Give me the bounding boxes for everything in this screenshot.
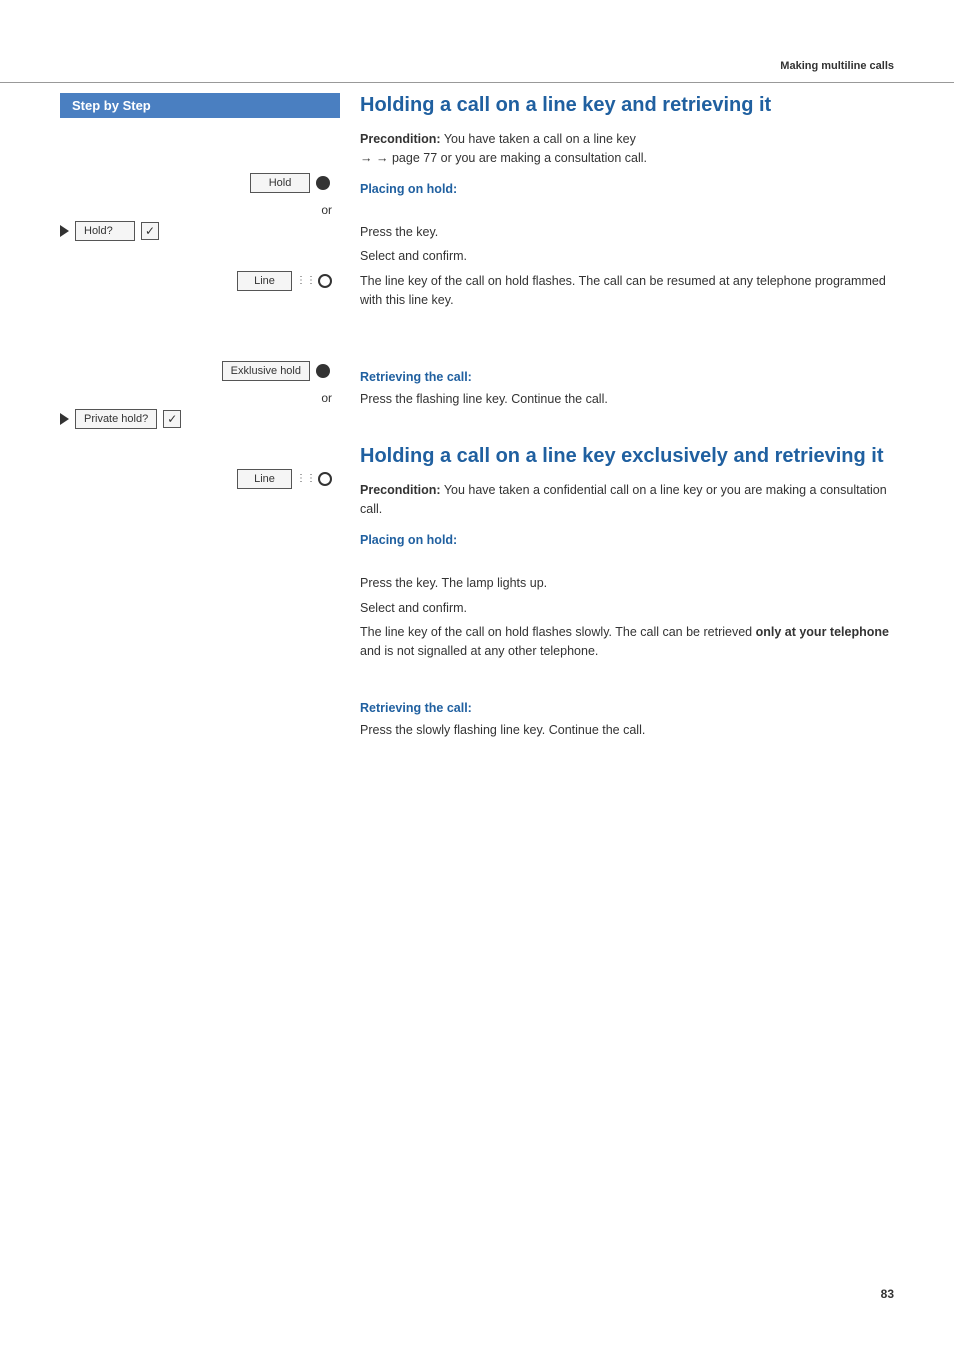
page: Making multiline calls Step by Step Hold [0, 0, 954, 1351]
private-hold-nav-row: Private hold? ✓ [60, 409, 340, 429]
check-box-2[interactable]: ✓ [163, 410, 181, 428]
nav-arrow-icon [60, 225, 69, 237]
retrieving-label-2: Retrieving the call: [360, 701, 894, 715]
step-by-step-box: Step by Step [60, 93, 340, 118]
line-key-note-part1: The line key of the call on hold flashes… [360, 625, 756, 639]
precondition-label-1: Precondition: [360, 132, 441, 146]
section1-title: Holding a call on a line key and retriev… [360, 93, 894, 118]
placing-on-hold-label-2: Placing on hold: [360, 533, 894, 547]
placing-on-hold-label-1: Placing on hold: [360, 182, 894, 196]
select-confirm-2: Select and confirm. [360, 599, 894, 618]
nav-arrow-icon-2 [60, 413, 69, 425]
flash-dot-2 [318, 472, 332, 486]
line-key-note-bold: only at your telephone [756, 625, 889, 639]
main-content: Step by Step Hold or Hold? [0, 93, 954, 746]
flash-lines-icon: ⋮⋮ [296, 276, 316, 286]
line-key-note-1: The line key of the call on hold flashes… [360, 272, 894, 310]
section1-precondition: Precondition: You have taken a call on a… [360, 130, 894, 168]
page-header: Making multiline calls [0, 0, 954, 83]
line-key-button-2[interactable]: Line [237, 469, 292, 489]
retrieving-label-1: Retrieving the call: [360, 370, 894, 384]
page-number: 83 [881, 1287, 894, 1301]
retrieving-text-2: Press the slowly flashing line key. Cont… [360, 721, 894, 740]
hold-key-diagram: Hold [60, 173, 340, 193]
exklusive-hold-button[interactable]: Exklusive hold [222, 361, 310, 381]
placing-on-hold-text-2: Press the key. The lamp lights up. [360, 574, 894, 593]
precondition-body-1: You have taken a call on a line key [444, 132, 636, 146]
flash-indicator-2: ⋮⋮ [296, 472, 332, 486]
hold-key-button[interactable]: Hold [250, 173, 310, 193]
check-box-1[interactable]: ✓ [141, 222, 159, 240]
line-key-button-1[interactable]: Line [237, 271, 292, 291]
exklusive-dot-indicator [316, 364, 330, 378]
section2-title: Holding a call on a line key exclusively… [360, 444, 894, 469]
line-key-note-2: The line key of the call on hold flashes… [360, 623, 894, 661]
line-key-diagram-1: Line ⋮⋮ [60, 271, 340, 291]
flash-lines-icon-2: ⋮⋮ [296, 474, 316, 484]
precondition-link-1: → → page 77 or you are making a consulta… [360, 151, 647, 165]
placing-on-hold-text-1: Press the key. [360, 223, 894, 242]
exklusive-hold-row: Exklusive hold [222, 361, 330, 381]
step-by-step-label: Step by Step [72, 98, 151, 113]
or-text-2: or [60, 391, 340, 405]
left-column: Step by Step Hold or Hold? [60, 93, 340, 746]
line-key-diagram-2: Line ⋮⋮ [60, 469, 340, 489]
section-divider [360, 414, 894, 444]
header-title: Making multiline calls [780, 60, 894, 72]
hold-nav-row: Hold? ✓ [60, 221, 340, 241]
right-column: Holding a call on a line key and retriev… [340, 93, 894, 746]
hold-dot-indicator [316, 176, 330, 190]
exklusive-hold-diagram: Exklusive hold [60, 361, 340, 381]
arrow-icon-1: → [360, 151, 373, 165]
select-confirm-1: Select and confirm. [360, 247, 894, 266]
retrieving-text-1: Press the flashing line key. Continue th… [360, 390, 894, 409]
flash-indicator-1: ⋮⋮ [296, 274, 332, 288]
hold-nav-button[interactable]: Hold? [75, 221, 135, 241]
line-key-note-part2: and is not signalled at any other teleph… [360, 644, 598, 658]
flash-dot-1 [318, 274, 332, 288]
precondition-label-2: Precondition: [360, 483, 441, 497]
or-text-1: or [60, 203, 340, 217]
hold-key-row: Hold [250, 173, 330, 193]
section2-precondition: Precondition: You have taken a confident… [360, 481, 894, 519]
private-hold-button[interactable]: Private hold? [75, 409, 157, 429]
